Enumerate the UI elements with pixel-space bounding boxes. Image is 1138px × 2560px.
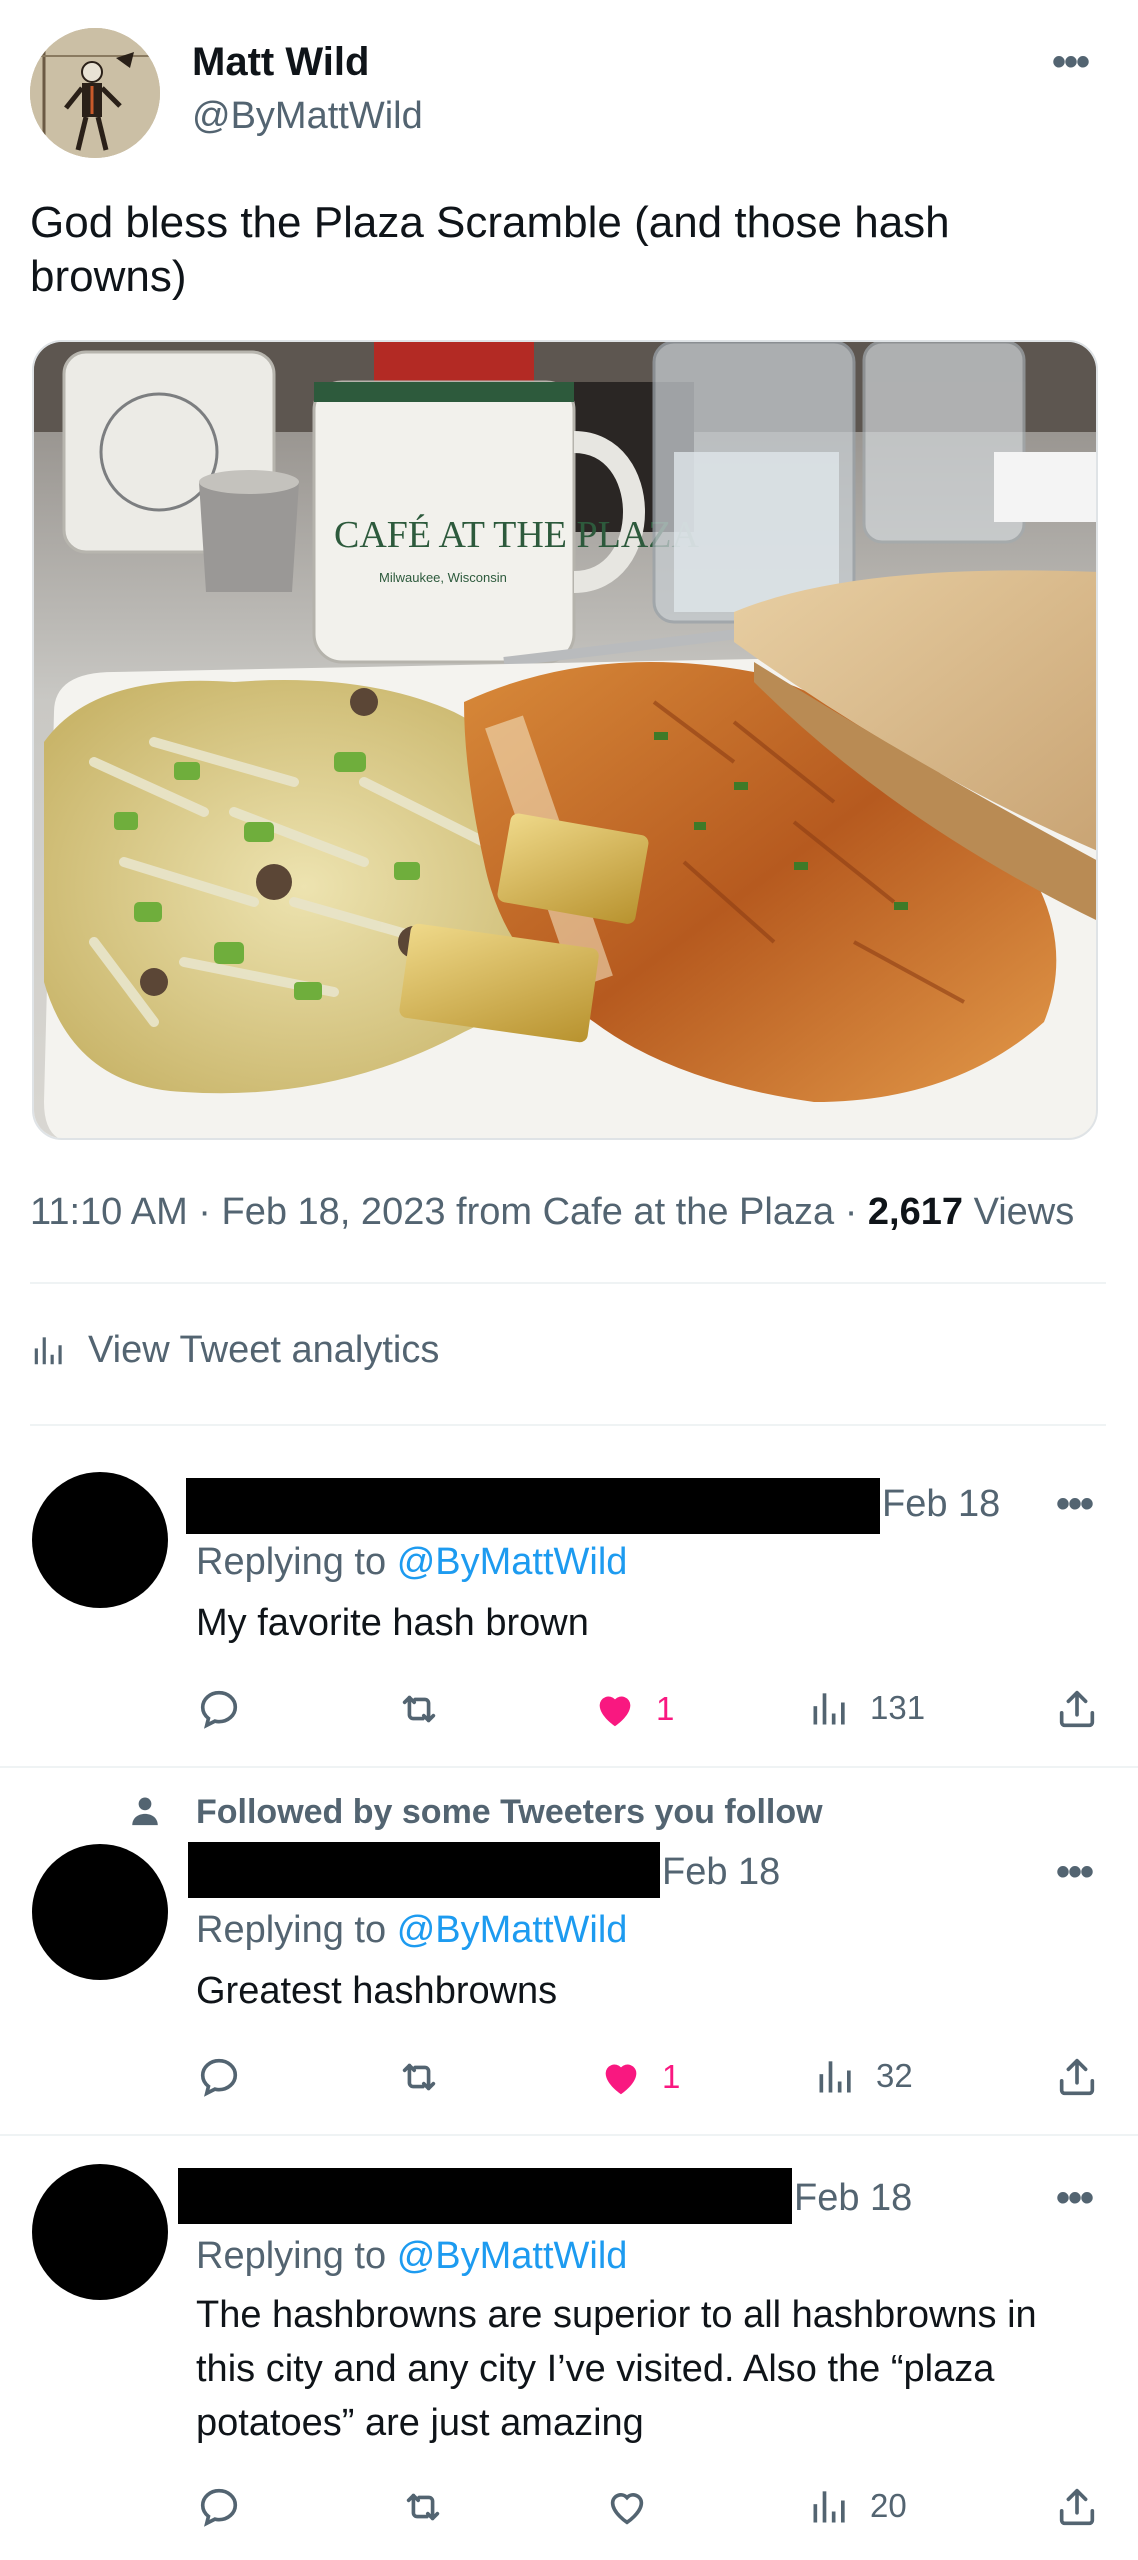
views-count: 131 <box>870 1689 926 1726</box>
views-count: 32 <box>876 2057 913 2094</box>
redacted-name <box>178 2168 792 2224</box>
reply-icon <box>200 2058 238 2097</box>
divider <box>0 2134 1138 2136</box>
reply-icon <box>200 2488 238 2527</box>
views-button[interactable]: 131 <box>808 1686 925 1730</box>
more-icon[interactable]: ••• <box>1052 42 1090 82</box>
redacted-name <box>186 1478 880 1534</box>
share-button[interactable] <box>1054 1686 1100 1732</box>
views-icon <box>813 2491 845 2523</box>
analytics-label: View Tweet analytics <box>88 1329 440 1371</box>
view-analytics-link[interactable]: View Tweet analytics <box>30 1326 439 1374</box>
replying-prefix: Replying to <box>196 1909 387 1951</box>
reply-avatar[interactable] <box>32 2164 168 2300</box>
divider <box>30 1424 1106 1426</box>
views-count: 20 <box>870 2487 907 2524</box>
views-button[interactable]: 20 <box>808 2484 907 2528</box>
reply-button[interactable] <box>196 2484 242 2530</box>
like-button[interactable]: 1 <box>592 1686 674 1732</box>
like-button[interactable] <box>604 2484 668 2530</box>
meta-separator: · <box>198 1191 222 1233</box>
more-icon[interactable]: ••• <box>1056 2178 1094 2218</box>
more-icon[interactable]: ••• <box>1056 1484 1094 1524</box>
heart-icon <box>605 2064 637 2095</box>
author-handle[interactable]: @ByMattWild <box>192 92 423 140</box>
meta-separator: · <box>844 1191 868 1233</box>
divider <box>0 1766 1138 1768</box>
replying-prefix: Replying to <box>196 2235 387 2277</box>
replying-handle[interactable]: @ByMattWild <box>397 1909 628 1951</box>
reply-avatar[interactable] <box>32 1844 168 1980</box>
reply-text: The hashbrowns are superior to all hashb… <box>196 2294 1037 2444</box>
share-icon <box>1059 2058 1095 2096</box>
reply-date[interactable]: Feb 18 <box>882 1480 1000 1528</box>
views-label: Views <box>973 1191 1075 1233</box>
author-avatar[interactable] <box>30 28 160 158</box>
share-icon <box>1059 2488 1095 2526</box>
views-button[interactable]: 32 <box>814 2054 913 2098</box>
share-button[interactable] <box>1054 2484 1100 2530</box>
tweet-source[interactable]: from Cafe at the Plaza <box>456 1191 834 1233</box>
views-icon <box>819 2061 851 2093</box>
like-count: 1 <box>662 2058 681 2095</box>
replying-handle[interactable]: @ByMattWild <box>397 1541 628 1583</box>
mug-sub-text: Milwaukee, Wisconsin <box>379 570 507 585</box>
reply-avatar[interactable] <box>32 1472 168 1608</box>
retweet-icon <box>406 2493 440 2521</box>
replying-to: Replying to @ByMattWild <box>196 1906 627 1954</box>
reply-icon <box>200 1690 238 1729</box>
views-count: 2,617 <box>867 1191 963 1233</box>
retweet-icon <box>402 2063 436 2091</box>
mug-logo-text: CAFÉ AT THE PLAZA <box>334 514 699 556</box>
retweet-button[interactable] <box>400 2484 446 2530</box>
replying-to: Replying to @ByMattWild <box>196 2232 627 2280</box>
like-count: 1 <box>656 1690 675 1727</box>
heart-icon <box>610 2493 644 2525</box>
retweet-icon <box>402 1695 436 1723</box>
person-icon <box>128 1794 162 1833</box>
reply-text: Greatest hashbrowns <box>196 1970 558 2012</box>
tweet-text: God bless the Plaza Scramble (and those … <box>30 198 950 301</box>
more-icon[interactable]: ••• <box>1056 1852 1094 1892</box>
replying-to: Replying to @ByMattWild <box>196 1538 627 1586</box>
share-icon <box>1059 1690 1095 1728</box>
reply-date[interactable]: Feb 18 <box>794 2174 912 2222</box>
reply-button[interactable] <box>196 2054 242 2100</box>
views-icon <box>813 1693 845 1725</box>
replying-prefix: Replying to <box>196 1541 387 1583</box>
tweet-meta: 11:10 AM · Feb 18, 2023 from Cafe at the… <box>30 1188 1074 1236</box>
social-context[interactable]: Followed by some Tweeters you follow <box>196 1790 823 1834</box>
redacted-name <box>188 1842 660 1898</box>
replying-handle[interactable]: @ByMattWild <box>397 2235 628 2277</box>
retweet-button[interactable] <box>396 2054 442 2100</box>
tweet-photo[interactable]: CAFÉ AT THE PLAZA Milwaukee, Wisconsin <box>32 340 1098 1140</box>
retweet-button[interactable] <box>396 1686 442 1732</box>
tweet-date[interactable]: Feb 18, 2023 <box>222 1191 446 1233</box>
reply-date[interactable]: Feb 18 <box>662 1848 780 1896</box>
heart-icon <box>599 1696 631 1727</box>
like-button[interactable]: 1 <box>598 2054 680 2100</box>
author-name[interactable]: Matt Wild <box>192 38 369 86</box>
share-button[interactable] <box>1054 2054 1100 2100</box>
tweet-time[interactable]: 11:10 AM <box>30 1191 188 1233</box>
divider <box>30 1282 1106 1284</box>
reply-text: My favorite hash brown <box>196 1602 589 1644</box>
reply-button[interactable] <box>196 1686 242 1732</box>
views-icon <box>34 1337 62 1365</box>
